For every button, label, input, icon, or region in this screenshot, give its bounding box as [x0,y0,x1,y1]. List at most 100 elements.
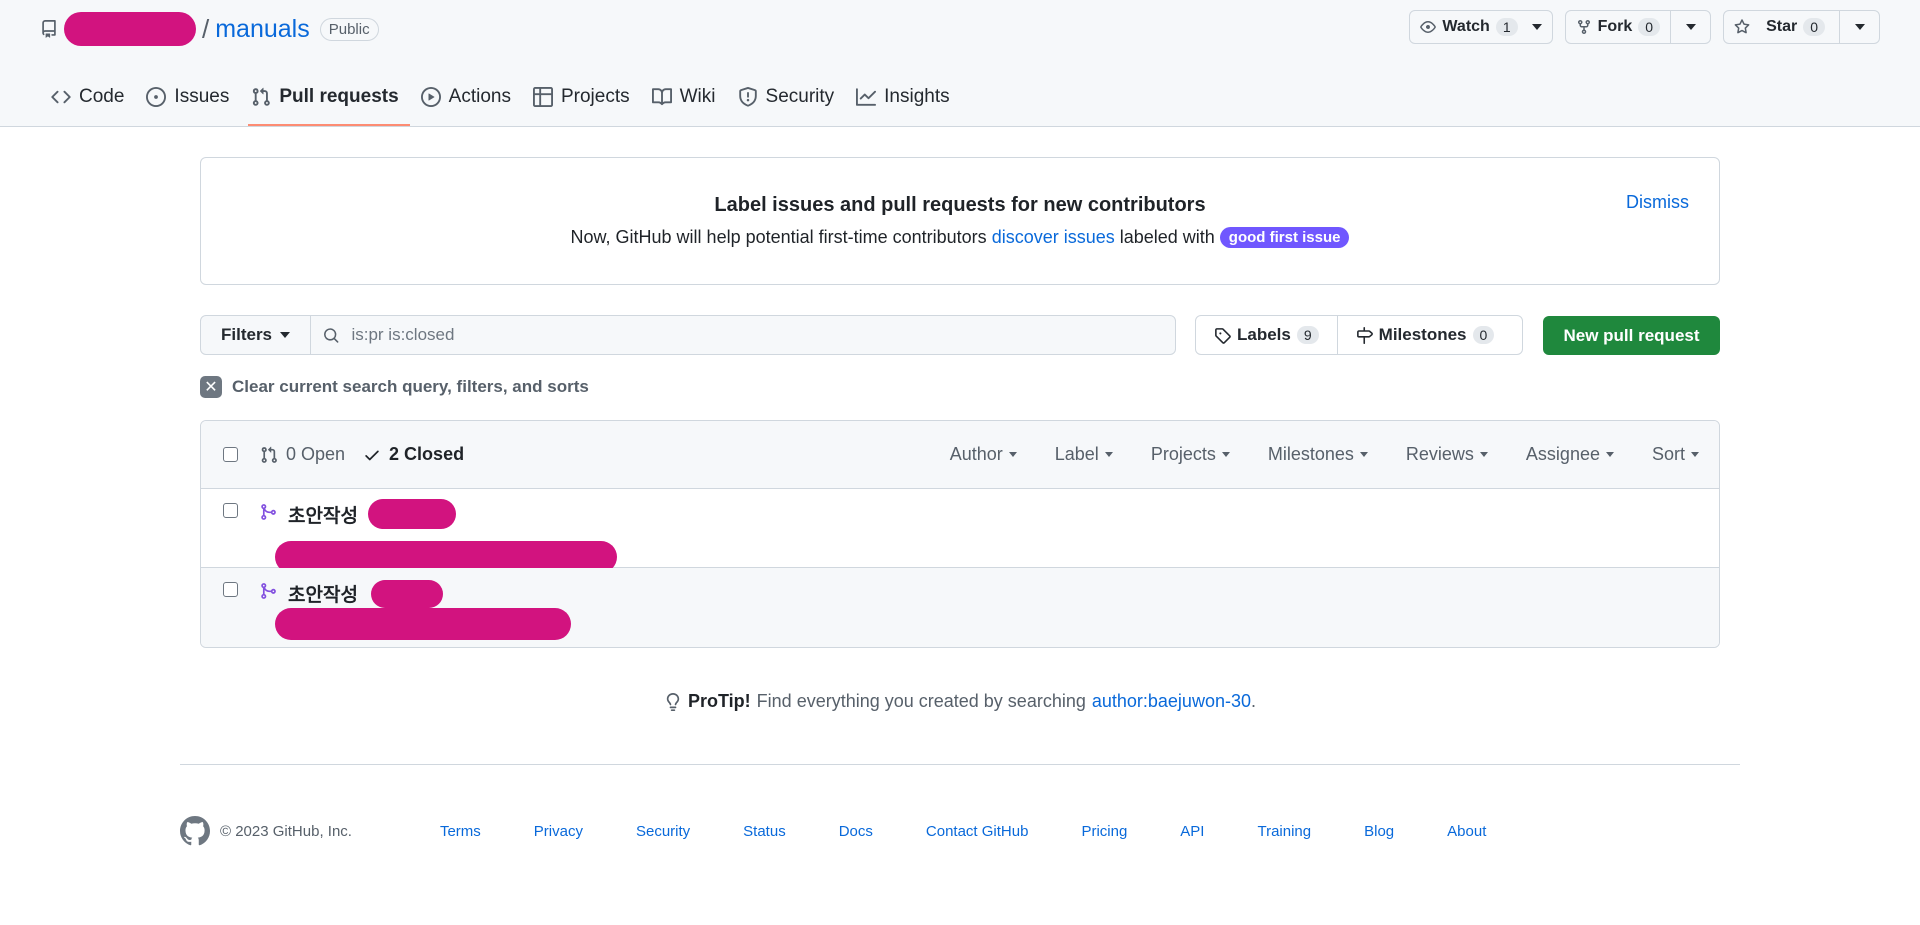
git-pull-request-icon [261,446,277,463]
projects-filter-menu[interactable]: Projects [1151,444,1230,465]
chevron-down-icon [1531,24,1542,30]
repo-nav: Code Issues Pull requests Actions Projec… [40,80,961,126]
footer: © 2023 GitHub, Inc. Terms Privacy Securi… [180,816,1539,846]
tab-insights[interactable]: Insights [845,80,960,114]
tab-projects[interactable]: Projects [522,80,641,114]
tab-issues[interactable]: Issues [135,80,240,114]
footer-link-training[interactable]: Training [1257,823,1311,840]
pr-row-checkbox[interactable] [223,503,238,518]
footer-link-about[interactable]: About [1447,823,1486,840]
sort-menu[interactable]: Sort [1652,444,1699,465]
watch-button-group: Watch 1 [1409,10,1553,44]
footer-link-terms[interactable]: Terms [440,823,481,840]
footer-divider [180,764,1740,765]
discover-issues-link[interactable]: discover issues [992,227,1115,248]
milestones-label: Milestones [1378,325,1467,344]
menu-label: Projects [1150,444,1216,464]
tab-pull-requests[interactable]: Pull requests [240,80,411,126]
footer-link-security[interactable]: Security [636,823,690,840]
chevron-down-icon [1854,24,1865,30]
select-all-checkbox[interactable] [223,447,238,462]
pr-row-checkbox[interactable] [223,582,238,597]
tab-label: Code [79,86,125,107]
banner-text: Now, GitHub will help potential first-ti… [201,227,1719,248]
open-filter-link[interactable]: 0 Open [260,444,345,465]
footer-link-blog[interactable]: Blog [1364,823,1394,840]
redacted-pr-meta [275,608,571,640]
milestones-filter-menu[interactable]: Milestones [1268,444,1368,465]
protip-text: Find everything you created by searching [756,691,1086,711]
tag-icon [1215,327,1231,344]
protip: ProTip! Find everything you created by s… [0,691,1920,712]
star-icon [1734,19,1750,34]
assignee-filter-menu[interactable]: Assignee [1526,444,1614,465]
dismiss-button[interactable]: Dismiss [1626,192,1689,213]
github-logo-icon[interactable] [180,816,210,846]
pull-request-list: 0 Open 2 Closed Author Label Projects Mi… [200,420,1720,648]
new-pull-request-button[interactable]: New pull request [1543,316,1720,355]
eye-icon [1420,21,1437,33]
issue-opened-icon [146,87,167,107]
tab-actions[interactable]: Actions [410,80,522,114]
search-input[interactable] [351,325,1175,345]
footer-link-docs[interactable]: Docs [839,823,873,840]
labels-button[interactable]: Labels 9 [1196,316,1337,354]
milestones-button[interactable]: Milestones 0 [1336,316,1513,354]
tab-label: Projects [560,86,630,107]
check-icon [365,450,379,460]
state-tabs: 0 Open 2 Closed [260,444,464,465]
tab-label: Wiki [679,86,716,107]
code-icon [51,90,71,104]
footer-link-pricing[interactable]: Pricing [1081,823,1127,840]
play-icon [420,87,441,107]
chevron-down-icon [1479,452,1488,457]
tab-code[interactable]: Code [40,80,135,114]
clear-query-link[interactable]: ✕ Clear current search query, filters, a… [200,376,589,398]
star-dropdown-button[interactable] [1839,11,1879,43]
fork-dropdown-button[interactable] [1670,11,1710,43]
good-first-issue-label: good first issue [1219,227,1350,248]
git-pull-request-icon [253,87,271,106]
protip-author-link[interactable]: author:baejuwon-30 [1092,691,1251,711]
table-icon [532,87,553,107]
pr-title-link[interactable]: 초안작성 [288,501,358,528]
menu-label: Author [949,444,1003,464]
tab-label: Issues [174,86,230,107]
fork-label: Fork [1597,18,1633,35]
footer-link-contact[interactable]: Contact GitHub [926,823,1029,840]
chevron-down-icon [1221,452,1230,457]
redacted-title-suffix [368,499,456,529]
filters-button[interactable]: Filters [201,316,312,354]
menu-label: Label [1054,444,1099,464]
fork-count: 0 [1638,18,1661,36]
footer-link-privacy[interactable]: Privacy [534,823,583,840]
filters-label: Filters [221,325,273,344]
search-icon [324,327,339,343]
author-filter-menu[interactable]: Author [950,444,1017,465]
reviews-filter-menu[interactable]: Reviews [1406,444,1488,465]
star-button[interactable]: Star 0 [1724,11,1839,43]
git-merge-icon [261,583,276,599]
new-contributors-banner: Label issues and pull requests for new c… [200,157,1720,285]
menu-label: Sort [1651,444,1685,464]
footer-link-status[interactable]: Status [743,823,786,840]
owner-name-redacted[interactable] [64,12,196,46]
fork-button-group: Fork 0 [1564,10,1712,44]
milestones-count: 0 [1472,326,1495,344]
closed-filter-link[interactable]: 2 Closed [363,444,464,465]
label-filter-menu[interactable]: Label [1055,444,1113,465]
watch-button[interactable]: Watch 1 [1410,11,1551,43]
pr-title-link[interactable]: 초안작성 [288,580,358,607]
sort-menus: Author Label Projects Milestones Reviews… [950,444,1699,465]
star-count: 0 [1803,18,1825,36]
x-icon: ✕ [200,376,222,398]
footer-link-api[interactable]: API [1180,823,1204,840]
fork-button[interactable]: Fork 0 [1566,11,1670,43]
shield-icon [738,87,757,107]
menu-label: Milestones [1267,444,1354,464]
repo-icon [42,20,56,38]
tab-wiki[interactable]: Wiki [641,80,727,114]
repo-name-link[interactable]: manuals [215,15,310,44]
tab-security[interactable]: Security [727,80,846,114]
footer-brand: © 2023 GitHub, Inc. [180,816,352,846]
